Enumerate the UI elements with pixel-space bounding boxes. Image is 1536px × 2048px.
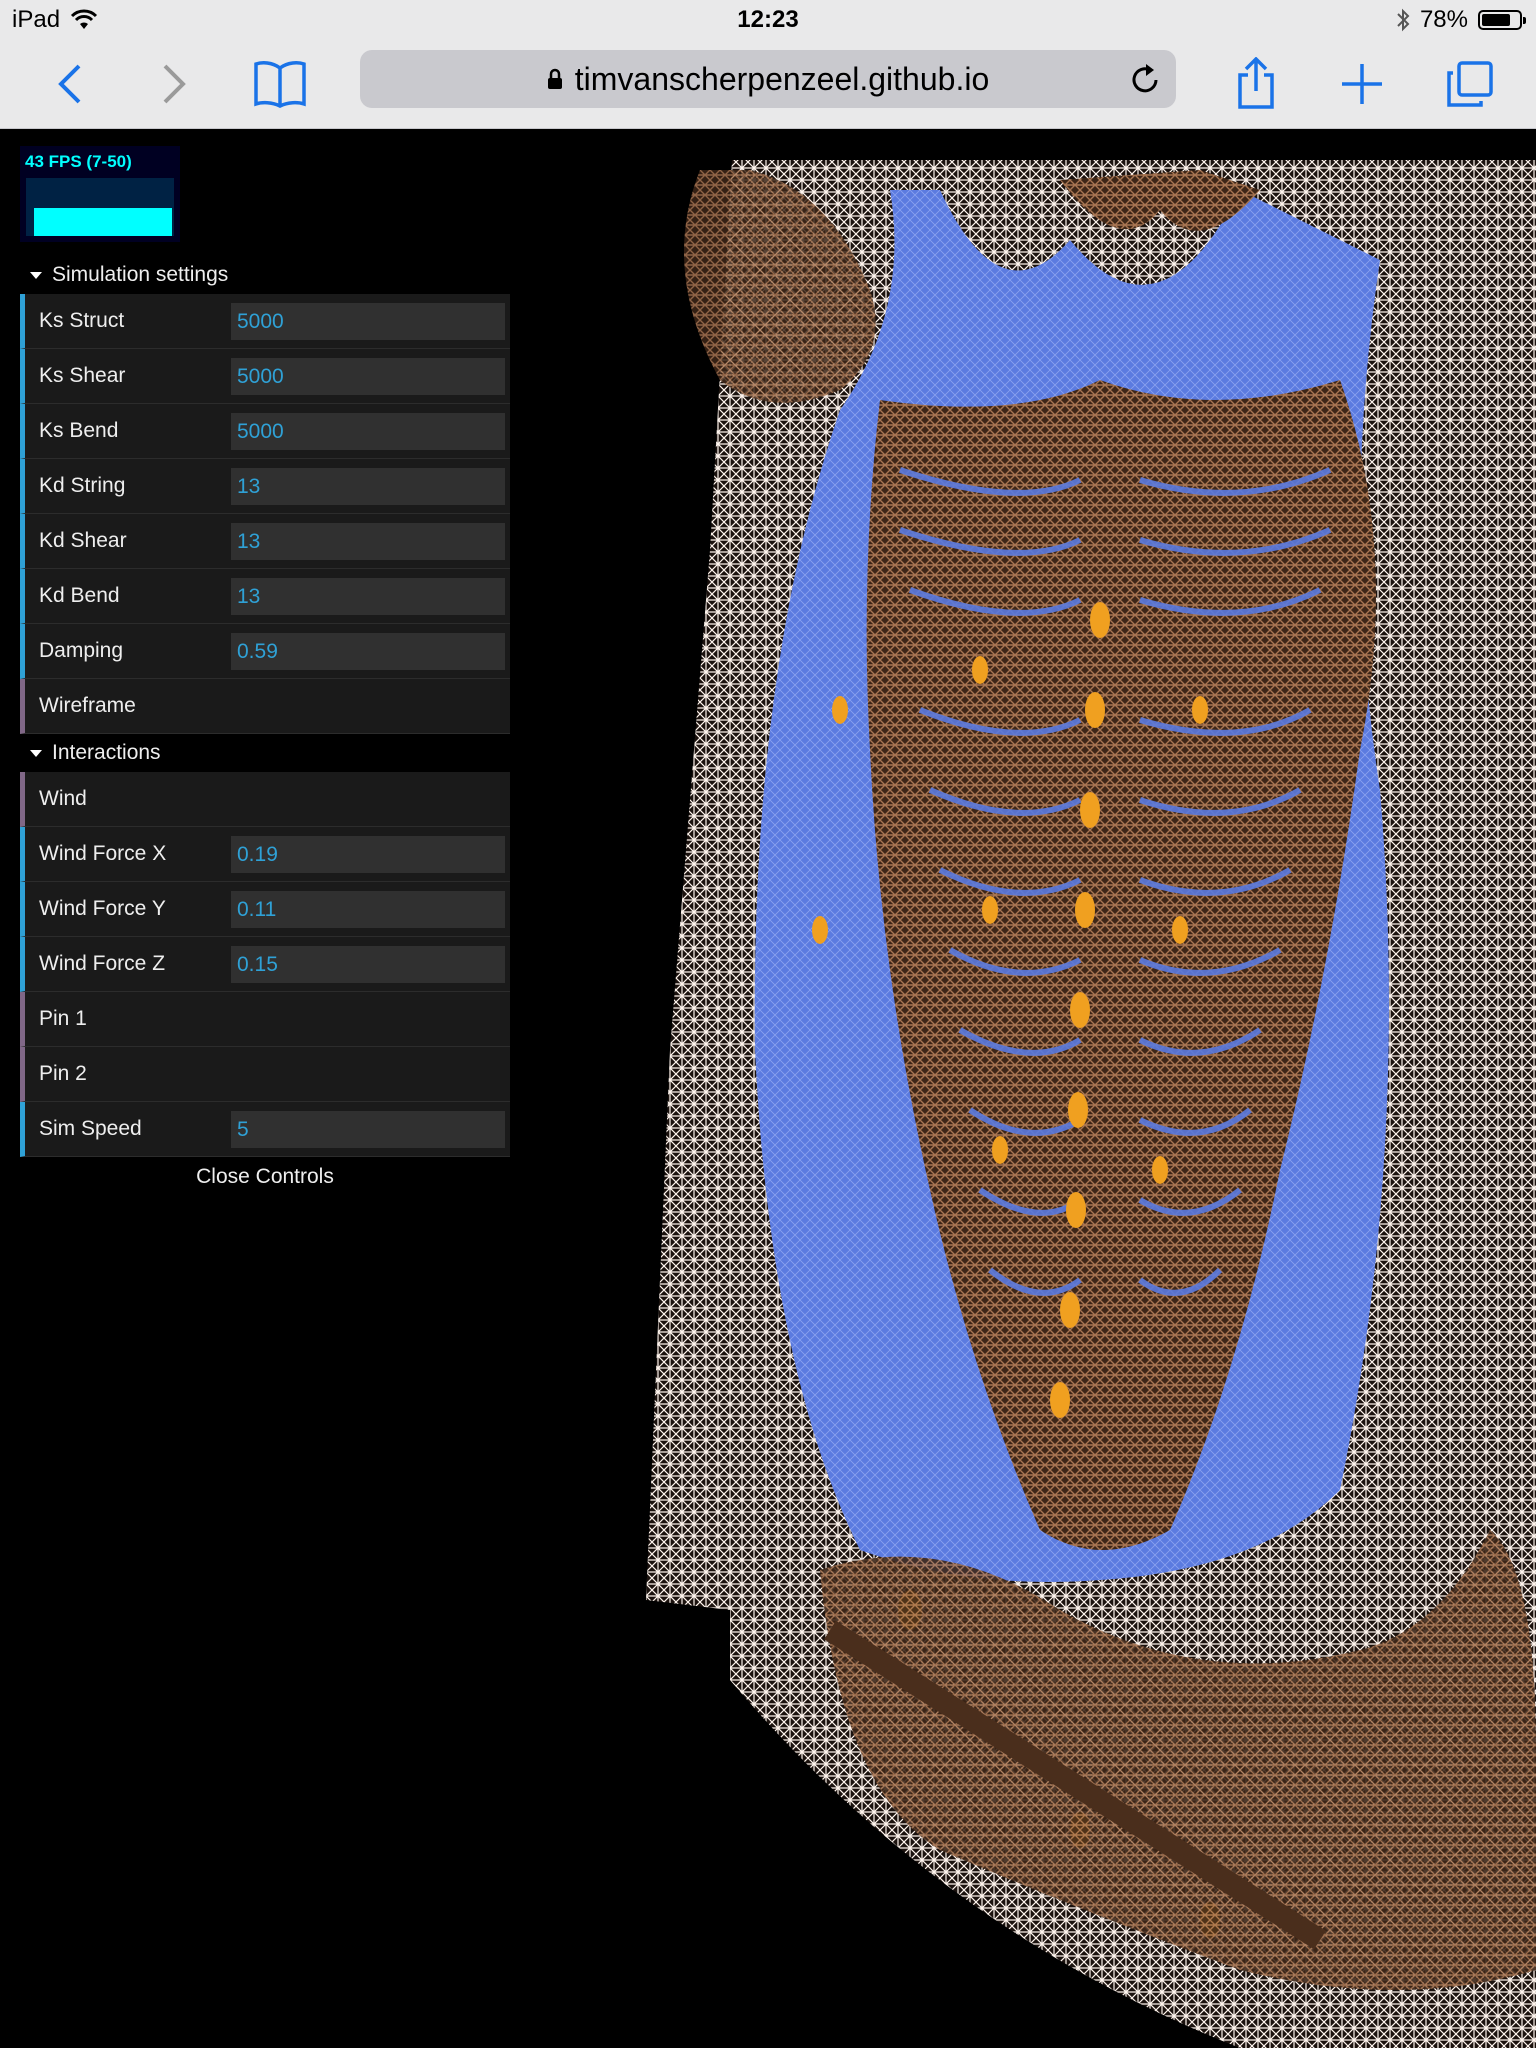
control-label: Damping [39, 639, 124, 662]
folder-open-icon [30, 750, 42, 757]
control-label: Pin 2 [39, 1062, 87, 1085]
new-tab-button[interactable] [1332, 54, 1392, 114]
forward-button[interactable] [144, 54, 204, 114]
control-label: Kd Shear [39, 529, 127, 552]
back-button[interactable] [40, 54, 100, 114]
folder-title: Simulation settings [52, 263, 229, 286]
control-sim-speed: Sim Speed 5 [20, 1102, 510, 1157]
close-controls-button[interactable]: Close Controls [20, 1157, 510, 1197]
status-bar: iPad 12:23 78% [0, 0, 1536, 40]
control-damping: Damping 0.59 [20, 624, 510, 679]
tabs-button[interactable] [1440, 54, 1500, 114]
folder-simulation-settings[interactable]: Simulation settings [20, 256, 510, 294]
back-icon [58, 64, 81, 104]
address-bar[interactable]: timvanscherpenzeel.github.io [360, 50, 1176, 108]
tabs-icon [1447, 61, 1493, 107]
ks-bend-input[interactable]: 5000 [231, 413, 505, 450]
control-label: Wind Force X [39, 842, 167, 865]
wind-force-z-input[interactable]: 0.15 [231, 946, 505, 983]
new-tab-icon [1342, 64, 1382, 104]
control-label: Wind Force Y [39, 897, 166, 920]
folder-interactions[interactable]: Interactions [20, 734, 510, 772]
kd-shear-input[interactable]: 13 [231, 523, 505, 560]
bookmarks-button[interactable] [250, 54, 310, 114]
control-label: Ks Shear [39, 364, 126, 387]
control-label: Sim Speed [39, 1117, 142, 1140]
control-label: Ks Struct [39, 309, 125, 332]
fps-stats-panel[interactable]: 43 FPS (7-50) [20, 146, 180, 242]
folder-open-icon [30, 272, 42, 279]
fps-graph [26, 178, 174, 236]
control-kd-string: Kd String 13 [20, 459, 510, 514]
battery-percent: 78% [1419, 6, 1468, 33]
pin-2-toggle[interactable]: Pin 2 [20, 1047, 510, 1102]
wireframe-toggle[interactable]: Wireframe [20, 679, 510, 734]
control-label: Ks Bend [39, 419, 119, 442]
control-wind-force-x: Wind Force X 0.19 [20, 827, 510, 882]
sim-speed-input[interactable]: 5 [231, 1111, 505, 1148]
wind-force-x-input[interactable]: 0.19 [231, 836, 505, 873]
clock: 12:23 [737, 6, 799, 33]
wind-toggle[interactable]: Wind [20, 772, 510, 827]
control-label: Kd String [39, 474, 126, 497]
control-kd-bend: Kd Bend 13 [20, 569, 510, 624]
control-ks-bend: Ks Bend 5000 [20, 404, 510, 459]
battery-icon [1478, 10, 1526, 30]
damping-input[interactable]: 0.59 [231, 633, 505, 670]
controls-panel: Simulation settings Ks Struct 5000 Ks Sh… [20, 256, 510, 1197]
forward-icon [163, 64, 186, 104]
bookmarks-icon [254, 61, 306, 108]
control-ks-struct: Ks Struct 5000 [20, 294, 510, 349]
reload-icon[interactable] [1130, 62, 1162, 96]
ks-shear-input[interactable]: 5000 [231, 358, 505, 395]
kd-string-input[interactable]: 13 [231, 468, 505, 505]
ks-struct-input[interactable]: 5000 [231, 303, 505, 340]
cloth-simulation-canvas[interactable] [640, 150, 1536, 2048]
share-button[interactable] [1226, 54, 1286, 114]
control-label: Wireframe [39, 694, 136, 717]
control-kd-shear: Kd Shear 13 [20, 514, 510, 569]
control-wind-force-y: Wind Force Y 0.11 [20, 882, 510, 937]
control-label: Wind Force Z [39, 952, 166, 975]
kd-bend-input[interactable]: 13 [231, 578, 505, 615]
fps-label: 43 FPS (7-50) [25, 152, 132, 171]
browser-toolbar: timvanscherpenzeel.github.io [0, 40, 1536, 129]
control-ks-shear: Ks Shear 5000 [20, 349, 510, 404]
control-label: Pin 1 [39, 1007, 87, 1030]
share-icon [1238, 57, 1274, 109]
control-wind-force-z: Wind Force Z 0.15 [20, 937, 510, 992]
wind-force-y-input[interactable]: 0.11 [231, 891, 505, 928]
control-label: Kd Bend [39, 584, 120, 607]
bluetooth-icon [1397, 8, 1410, 32]
control-label: Wind [39, 787, 87, 810]
lock-icon [547, 68, 562, 89]
folder-title: Interactions [52, 741, 161, 764]
pin-1-toggle[interactable]: Pin 1 [20, 992, 510, 1047]
url-text: timvanscherpenzeel.github.io [574, 60, 990, 97]
